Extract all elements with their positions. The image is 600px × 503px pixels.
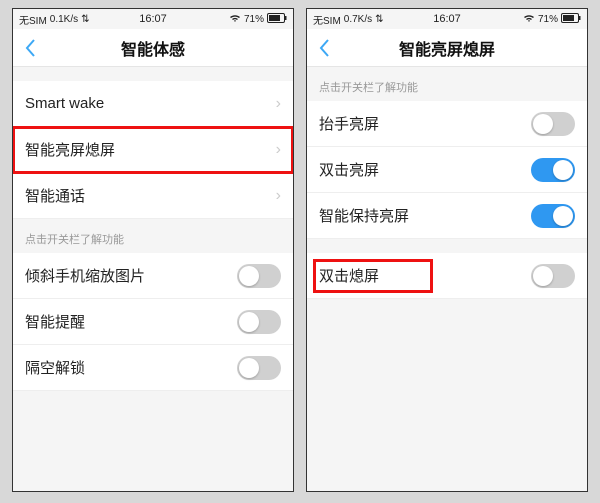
page-title: 智能体感 xyxy=(13,36,293,60)
toggle-raise-to-wake[interactable] xyxy=(531,112,575,136)
row-label: 倾斜手机缩放图片 xyxy=(25,265,145,286)
row-label: 智能提醒 xyxy=(25,311,85,332)
section-spacer xyxy=(13,67,293,81)
toggle-smart-remind[interactable] xyxy=(237,310,281,334)
chevron-right-icon: › xyxy=(276,141,281,159)
status-bar: 无SIM 0.1K/s ⇅ 16:07 71% xyxy=(13,9,293,29)
row-smart-call[interactable]: 智能通话 › xyxy=(13,173,293,219)
row-label: 抬手亮屏 xyxy=(319,113,379,134)
chevron-right-icon: › xyxy=(276,187,281,205)
row-label: 智能通话 xyxy=(25,185,85,206)
clock: 16:07 xyxy=(307,13,587,25)
toggle-tilt-zoom[interactable] xyxy=(237,264,281,288)
row-air-unlock[interactable]: 隔空解锁 xyxy=(13,345,293,391)
settings-group-1: 抬手亮屏 双击亮屏 智能保持亮屏 xyxy=(307,101,587,239)
row-smart-stay-on[interactable]: 智能保持亮屏 xyxy=(307,193,587,239)
section-spacer xyxy=(307,239,587,253)
row-smart-wake[interactable]: Smart wake › xyxy=(13,81,293,127)
row-label: 智能亮屏熄屏 xyxy=(25,139,115,160)
row-double-tap-sleep[interactable]: 双击熄屏 xyxy=(307,253,587,299)
row-tilt-zoom[interactable]: 倾斜手机缩放图片 xyxy=(13,253,293,299)
clock: 16:07 xyxy=(13,13,293,25)
screenshot-right: 无SIM 0.7K/s ⇅ 16:07 71% 智能亮屏熄屏 点击开关栏了解功能… xyxy=(306,8,588,492)
section-hint: 点击开关栏了解功能 xyxy=(307,67,587,101)
row-label: 双击亮屏 xyxy=(319,159,379,180)
nav-bar: 智能体感 xyxy=(13,29,293,67)
nav-bar: 智能亮屏熄屏 xyxy=(307,29,587,67)
chevron-right-icon: › xyxy=(276,95,281,113)
section-hint: 点击开关栏了解功能 xyxy=(13,219,293,253)
row-raise-to-wake[interactable]: 抬手亮屏 xyxy=(307,101,587,147)
row-label: 双击熄屏 xyxy=(319,265,379,286)
row-smart-remind[interactable]: 智能提醒 xyxy=(13,299,293,345)
row-label: Smart wake xyxy=(25,95,104,112)
row-label: 智能保持亮屏 xyxy=(319,205,409,226)
toggle-double-tap-sleep[interactable] xyxy=(531,264,575,288)
status-bar: 无SIM 0.7K/s ⇅ 16:07 71% xyxy=(307,9,587,29)
toggle-air-unlock[interactable] xyxy=(237,356,281,380)
page-title: 智能亮屏熄屏 xyxy=(307,36,587,60)
row-double-tap-wake[interactable]: 双击亮屏 xyxy=(307,147,587,193)
settings-group-2: 倾斜手机缩放图片 智能提醒 隔空解锁 xyxy=(13,253,293,391)
settings-group-1: Smart wake › 智能亮屏熄屏 › 智能通话 › xyxy=(13,81,293,219)
screenshot-left: 无SIM 0.1K/s ⇅ 16:07 71% 智能体感 Smart wake … xyxy=(12,8,294,492)
row-smart-screen[interactable]: 智能亮屏熄屏 › xyxy=(13,127,293,173)
settings-group-2: 双击熄屏 xyxy=(307,253,587,299)
toggle-smart-stay-on[interactable] xyxy=(531,204,575,228)
row-label: 隔空解锁 xyxy=(25,357,85,378)
toggle-double-tap-wake[interactable] xyxy=(531,158,575,182)
